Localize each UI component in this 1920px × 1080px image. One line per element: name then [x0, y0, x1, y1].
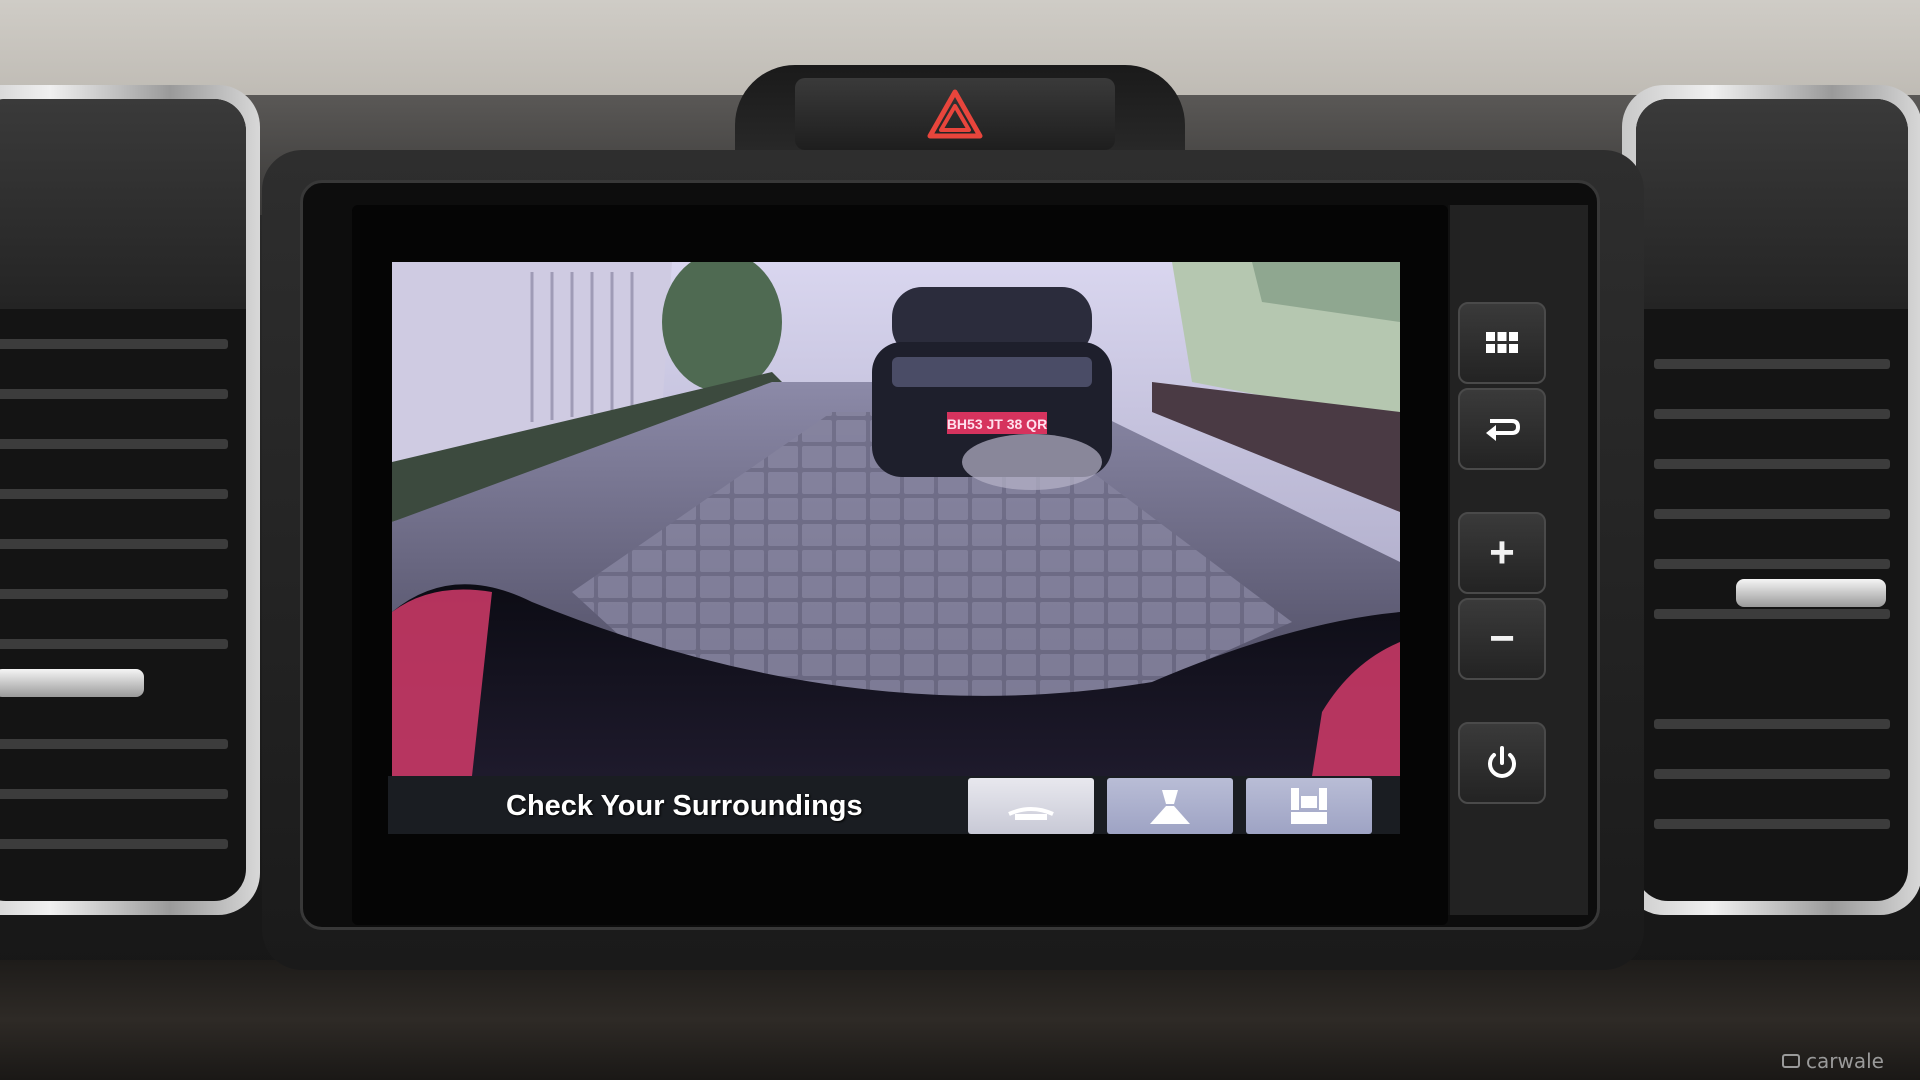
volume-up-icon: + [1489, 528, 1515, 577]
wide-view-button[interactable] [1107, 778, 1233, 834]
hazard-triangle-icon [927, 89, 983, 139]
hazard-button[interactable] [795, 78, 1115, 150]
left-vent-tab[interactable] [0, 669, 144, 697]
svg-text:BH53 JT 38 QR: BH53 JT 38 QR [947, 416, 1047, 432]
volume-up-button[interactable]: + [1458, 512, 1546, 594]
volume-down-icon: − [1489, 614, 1515, 663]
volume-down-button[interactable]: − [1458, 598, 1546, 680]
top-down-view-icon [1291, 788, 1327, 824]
wide-view-icon [1150, 790, 1190, 824]
normal-view-icon [1008, 807, 1054, 820]
dashboard-wood-trim [0, 960, 1920, 1080]
back-arrow-icon [1486, 419, 1521, 441]
top-down-view-button[interactable] [1246, 778, 1372, 834]
apps-menu-button[interactable] [1458, 302, 1546, 384]
power-icon [1488, 746, 1516, 778]
right-air-vent[interactable] [1622, 85, 1920, 915]
left-air-vent[interactable] [0, 85, 260, 915]
right-vent-tab[interactable] [1736, 579, 1886, 607]
watermark: carwale [1782, 1048, 1912, 1074]
rear-camera-feed: BH53 JT 38 QR [392, 262, 1400, 776]
watermark-text: carwale [1806, 1049, 1884, 1073]
power-button[interactable] [1458, 722, 1546, 804]
apps-grid-icon [1486, 332, 1518, 353]
camera-warning-message: Check Your Surroundings [506, 790, 863, 822]
back-button[interactable] [1458, 388, 1546, 470]
watermark-logo-icon [1782, 1054, 1800, 1068]
normal-view-button[interactable] [968, 778, 1094, 834]
